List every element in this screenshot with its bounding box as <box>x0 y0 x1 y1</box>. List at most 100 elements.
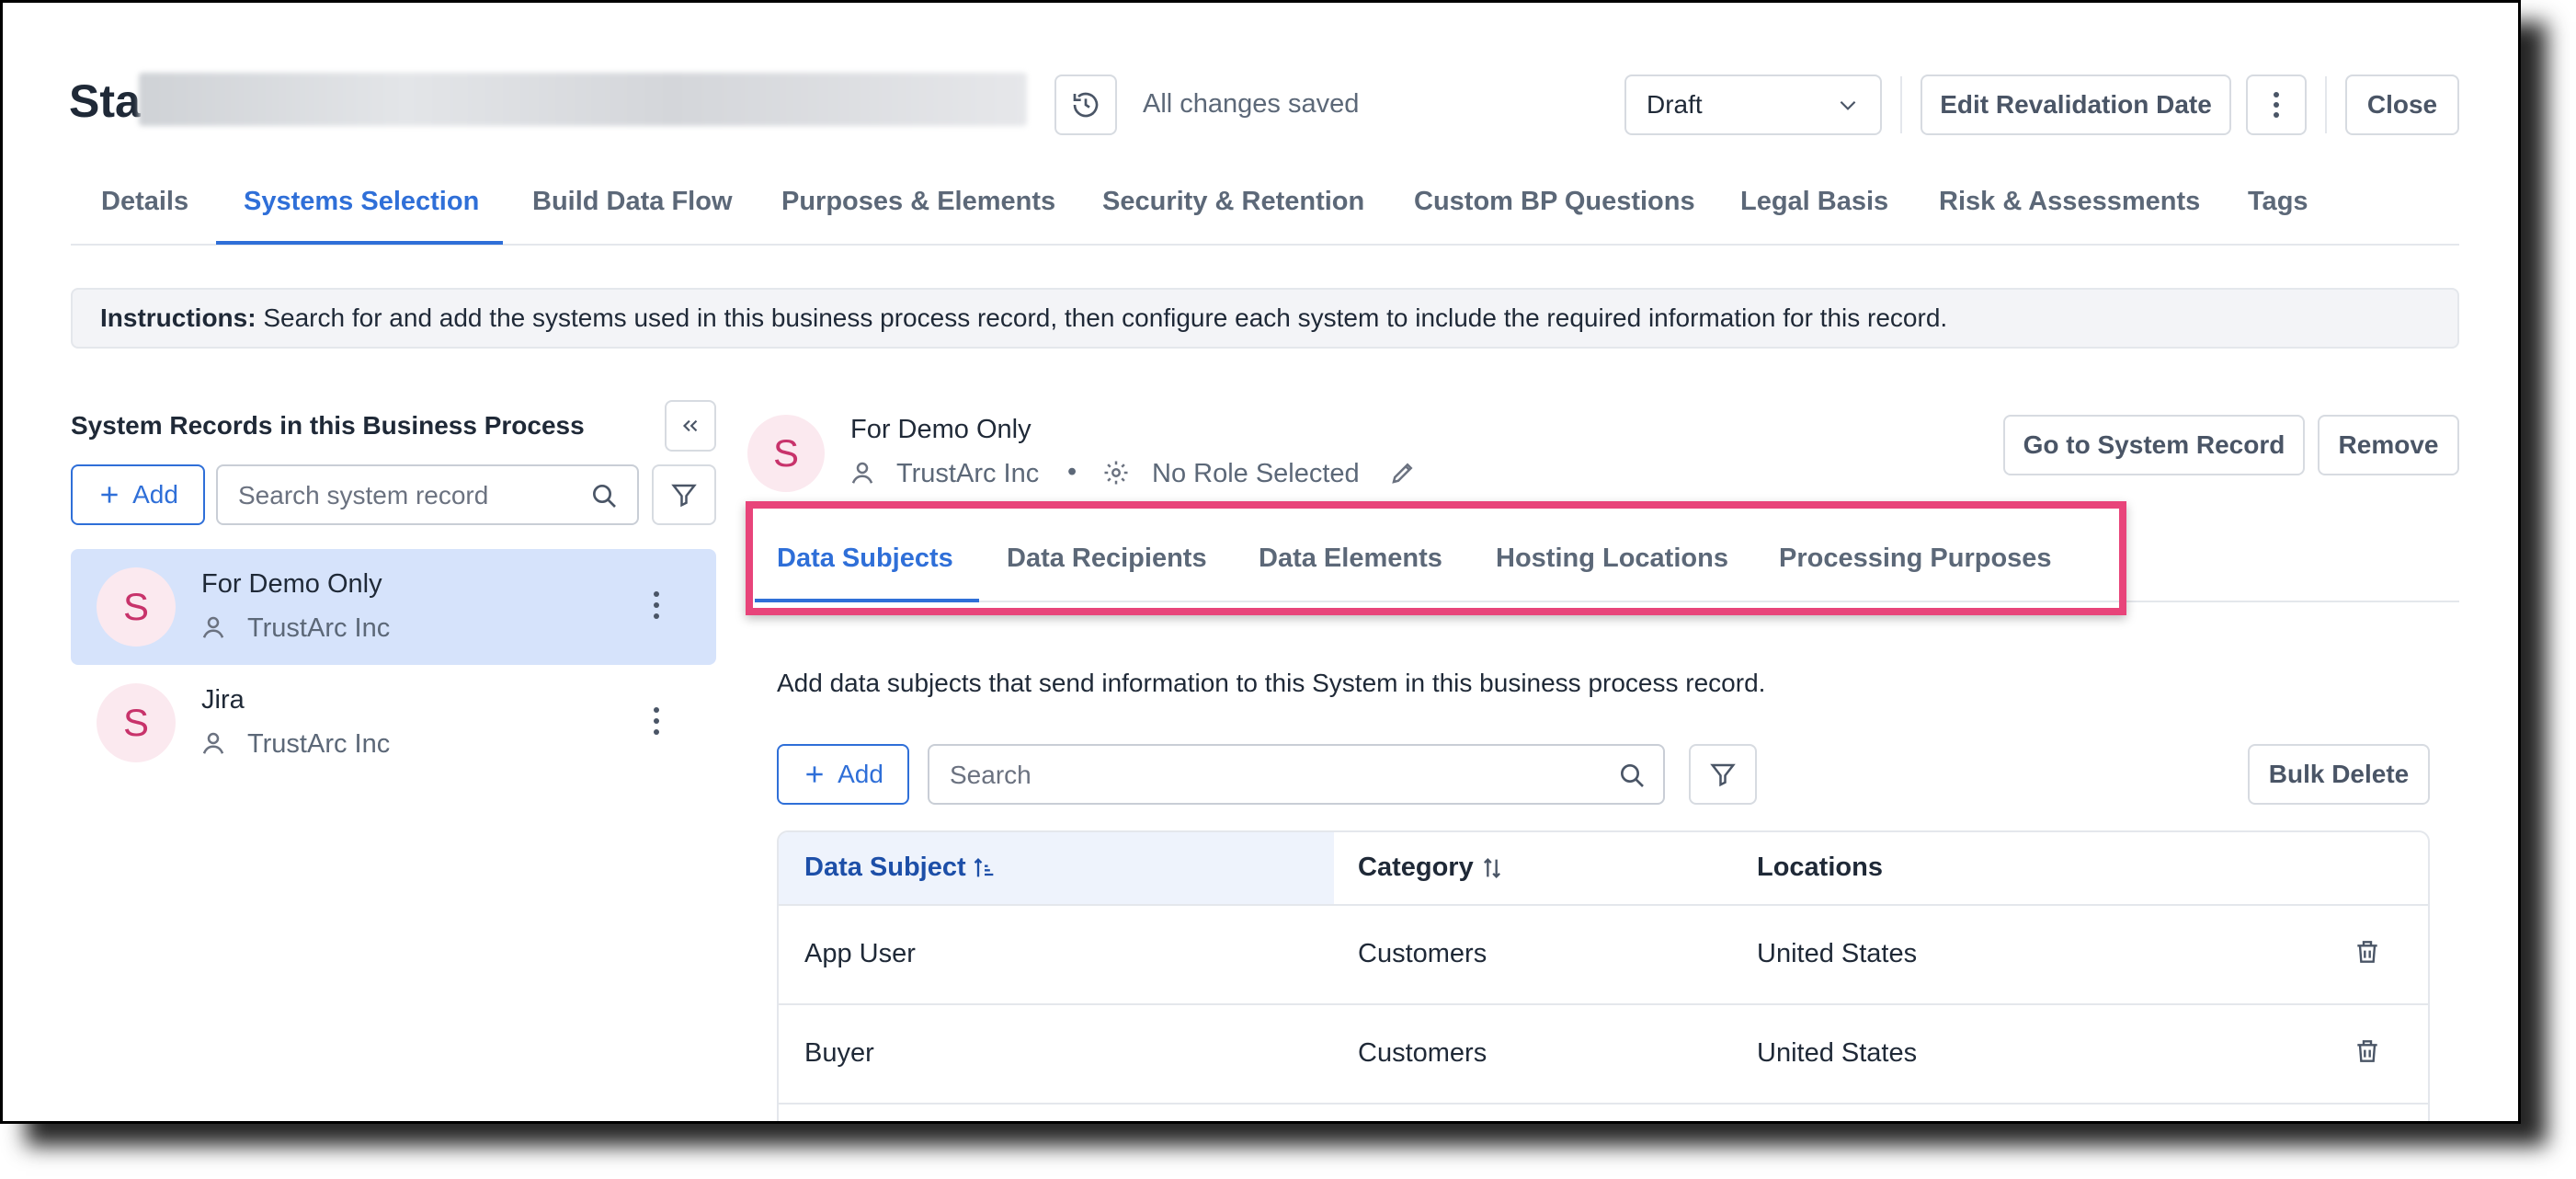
close-button[interactable]: Close <box>2345 74 2459 135</box>
pencil-icon <box>1392 463 1413 484</box>
filter-icon <box>671 484 697 508</box>
edit-revalidation-date-button[interactable]: Edit Revalidation Date <box>1921 74 2231 135</box>
system-filter-button[interactable] <box>652 464 716 525</box>
tab-tags[interactable]: Tags <box>2248 187 2308 217</box>
app-window: Sta All changes saved Draft Edit Revalid… <box>0 0 2521 1124</box>
data-subject-search-input[interactable]: Search <box>928 744 1665 805</box>
cell-location: United States <box>1757 939 1918 968</box>
instructions-text: Search for and add the systems used in t… <box>256 303 1948 332</box>
tab-data-recipients[interactable]: Data Recipients <box>1007 544 1207 574</box>
tab-processing-purposes[interactable]: Processing Purposes <box>1779 544 2052 574</box>
tab-data-elements[interactable]: Data Elements <box>1259 544 1442 574</box>
add-system-button[interactable]: Add <box>71 464 205 525</box>
page-title: Sta <box>69 74 141 128</box>
instructions-label: Instructions: <box>100 303 256 332</box>
sort-ascending-icon <box>974 857 994 876</box>
search-icon <box>1621 764 1644 787</box>
tab-purposes-elements[interactable]: Purposes & Elements <box>781 187 1055 217</box>
user-icon <box>851 462 873 484</box>
system-record-name: Jira <box>201 685 245 715</box>
save-status: All changes saved <box>1143 89 1360 119</box>
collapse-panel-button[interactable] <box>665 400 716 452</box>
tab-legal-basis[interactable]: Legal Basis <box>1740 187 1888 217</box>
system-record-item[interactable]: S Jira TrustArc Inc <box>71 665 716 781</box>
cell-category: Customers <box>1358 1038 1487 1068</box>
cell-category: Customers <box>1358 939 1487 968</box>
gear-icon <box>1104 461 1128 485</box>
chevron-down-icon <box>1840 100 1856 110</box>
detail-avatar: S <box>747 415 825 492</box>
plus-icon <box>806 766 823 783</box>
more-vertical-icon <box>654 707 659 735</box>
detail-owner: TrustArc Inc <box>896 459 1040 488</box>
table-row[interactable]: App User Customers United States <box>779 906 2428 1003</box>
system-record-owner: TrustArc Inc <box>247 729 391 759</box>
section-description: Add data subjects that send information … <box>777 669 1766 697</box>
more-vertical-icon <box>654 591 659 619</box>
page-title-text: Sta <box>69 75 141 127</box>
system-search-input[interactable]: Search system record <box>216 464 639 525</box>
more-options-button[interactable] <box>2246 74 2307 135</box>
header-divider <box>2325 76 2327 133</box>
tab-security-retention[interactable]: Security & Retention <box>1102 187 1364 217</box>
more-vertical-icon <box>2274 92 2279 118</box>
table-row[interactable]: Buyer Customers United States <box>779 1005 2428 1103</box>
delete-row-button[interactable] <box>2353 1036 2382 1066</box>
data-subject-filter-button[interactable] <box>1689 744 1757 805</box>
chevrons-left-icon <box>682 419 698 432</box>
history-icon <box>1073 92 1099 118</box>
edit-role-button[interactable] <box>1389 459 1417 486</box>
cell-subject: Buyer <box>804 1038 874 1068</box>
sort-icon <box>1483 857 1500 878</box>
trash-icon <box>2357 1040 2377 1062</box>
search-icon <box>593 485 616 508</box>
active-subtab-indicator <box>755 599 979 602</box>
column-header-category[interactable]: Category <box>1358 853 1505 883</box>
system-search-placeholder: Search system record <box>238 481 489 509</box>
row-divider <box>779 1103 2428 1105</box>
status-select[interactable]: Draft <box>1624 74 1882 135</box>
avatar: S <box>97 567 176 647</box>
system-record-name: For Demo Only <box>201 569 382 599</box>
active-tab-indicator <box>216 241 503 245</box>
data-subject-search-placeholder: Search <box>950 761 1032 789</box>
tab-hosting-locations[interactable]: Hosting Locations <box>1496 544 1728 574</box>
avatar: S <box>97 683 176 762</box>
tab-build-data-flow[interactable]: Build Data Flow <box>532 187 733 217</box>
left-panel-title: System Records in this Business Process <box>71 411 585 440</box>
column-header-locations: Locations <box>1757 853 1883 882</box>
detail-role: No Role Selected <box>1152 459 1360 488</box>
tab-data-subjects[interactable]: Data Subjects <box>777 544 953 574</box>
plus-icon <box>101 486 118 503</box>
system-record-item[interactable]: S For Demo Only TrustArc Inc <box>71 549 716 665</box>
detail-system-name: For Demo Only <box>850 415 1032 444</box>
instructions-banner: Instructions: Search for and add the sys… <box>71 288 2459 349</box>
header-divider <box>1900 76 1902 133</box>
cell-subject: App User <box>804 939 916 968</box>
filter-icon <box>1710 763 1736 787</box>
system-record-owner: TrustArc Inc <box>247 613 391 643</box>
add-system-label: Add <box>132 480 178 509</box>
history-button[interactable] <box>1054 74 1117 135</box>
tab-systems-selection[interactable]: Systems Selection <box>244 187 479 217</box>
data-subjects-table: Data Subject Category Locations App User… <box>777 830 2430 1121</box>
add-data-subject-label: Add <box>838 760 883 788</box>
user-icon <box>202 732 224 754</box>
record-more-button[interactable] <box>652 590 661 621</box>
column-header-data-subject[interactable]: Data Subject <box>804 853 997 883</box>
delete-row-button[interactable] <box>2353 937 2382 967</box>
add-data-subject-button[interactable]: Add <box>777 744 909 805</box>
go-to-system-record-button[interactable]: Go to System Record <box>2003 415 2305 475</box>
trash-icon <box>2357 941 2377 963</box>
record-more-button[interactable] <box>652 705 661 737</box>
bulk-delete-button[interactable]: Bulk Delete <box>2248 744 2430 805</box>
tab-risk-assessments[interactable]: Risk & Assessments <box>1939 187 2200 217</box>
status-select-value: Draft <box>1647 90 1703 119</box>
tab-details[interactable]: Details <box>101 187 188 217</box>
cell-location: United States <box>1757 1038 1918 1068</box>
column-header-label: Category <box>1358 853 1474 882</box>
column-header-label: Data Subject <box>804 853 966 882</box>
tab-custom-bp-questions[interactable]: Custom BP Questions <box>1414 187 1695 217</box>
meta-separator: • <box>1067 457 1077 486</box>
remove-system-button[interactable]: Remove <box>2318 415 2459 475</box>
